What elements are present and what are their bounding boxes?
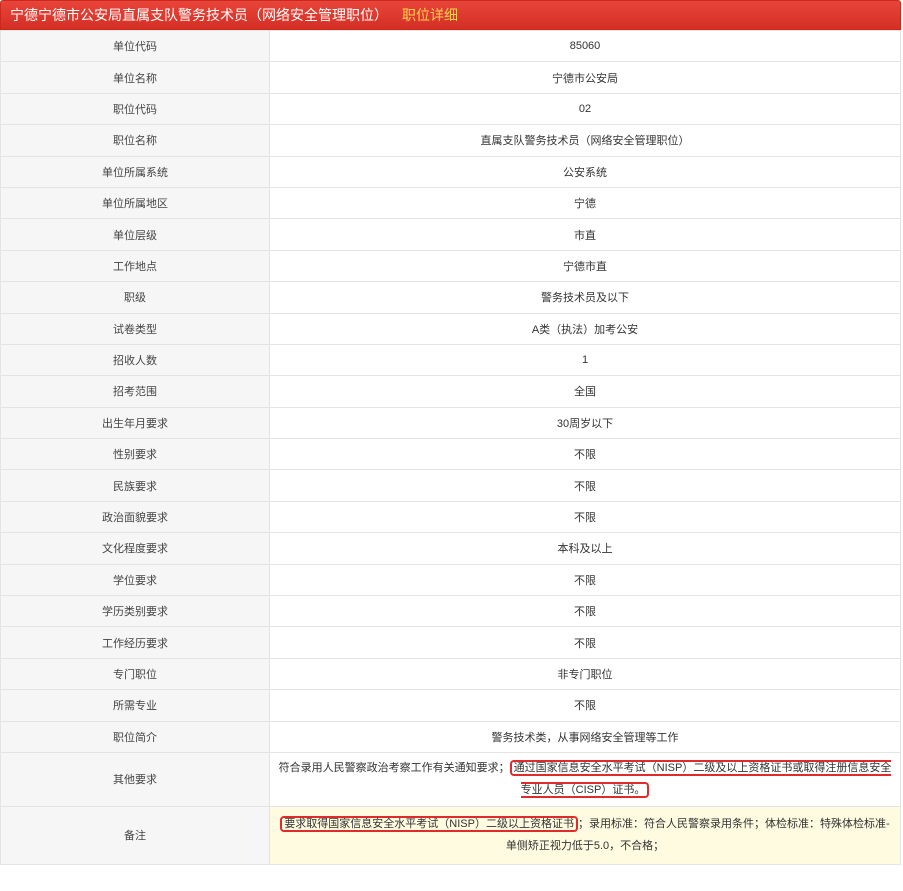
job-title: 宁德宁德市公安局直属支队警务技术员（网络安全管理职位） — [10, 7, 388, 23]
row-value: 宁德 — [269, 186, 901, 220]
table-row: 职位名称 直属支队警务技术员（网络安全管理职位） — [0, 124, 901, 157]
row-value: 警务技术类，从事网络安全管理等工作 — [269, 720, 901, 753]
table-row: 单位名称 宁德市公安局 — [0, 61, 901, 94]
row-value: 85060 — [269, 29, 901, 63]
row-label: 备注 — [0, 805, 270, 865]
row-value: 警务技术员及以下 — [269, 281, 901, 314]
job-detail-table: 单位代码 85060 单位名称 宁德市公安局 职位代码 02 职位名称 直属支队警务技术员（网… — [0, 29, 901, 865]
row-label: 单位所属系统 — [0, 155, 270, 188]
table-row-notes: 备注 要求取得国家信息安全水平考试（NISP）二级以上资格证书 ；录用标准：符合人… — [0, 805, 901, 865]
row-label: 学位要求 — [0, 563, 270, 597]
table-row: 民族要求 不限 — [0, 469, 901, 502]
row-value: 本科及以上 — [269, 532, 901, 565]
row-value: 30周岁以下 — [269, 406, 901, 440]
row-label: 政治面貌要求 — [0, 500, 270, 534]
row-label: 职位代码 — [0, 92, 270, 126]
row-label: 工作经历要求 — [0, 626, 270, 659]
row-label: 文化程度要求 — [0, 532, 270, 565]
table-row: 文化程度要求 本科及以上 — [0, 532, 901, 565]
row-label: 招收人数 — [0, 343, 270, 377]
table-row: 单位所属地区 宁德 — [0, 186, 901, 220]
table-row: 工作地点 宁德市直 — [0, 249, 901, 283]
row-value: 直属支队警务技术员（网络安全管理职位） — [269, 124, 901, 157]
table-row: 职位简介 警务技术类，从事网络安全管理等工作 — [0, 720, 901, 753]
row-label: 工作地点 — [0, 249, 270, 283]
row-value: 市直 — [269, 218, 901, 251]
row-value: 不限 — [269, 689, 901, 722]
row-label: 职级 — [0, 281, 270, 314]
table-row: 单位层级 市直 — [0, 218, 901, 251]
table-row: 政治面貌要求 不限 — [0, 500, 901, 534]
table-row: 工作经历要求 不限 — [0, 626, 901, 659]
row-value: 不限 — [269, 595, 901, 628]
row-value: 非专门职位 — [269, 657, 901, 691]
highlight-box-nisp: 要求取得国家信息安全水平考试（NISP）二级以上资格证书 — [280, 816, 578, 833]
notes-value: 要求取得国家信息安全水平考试（NISP）二级以上资格证书 ；录用标准：符合人民警察… — [269, 805, 901, 865]
table-row: 招收人数 1 — [0, 343, 901, 377]
table-row: 所需专业 不限 — [0, 689, 901, 722]
table-row: 学位要求 不限 — [0, 563, 901, 597]
row-label: 性别要求 — [0, 438, 270, 471]
row-value: 1 — [269, 343, 901, 377]
row-label: 单位所属地区 — [0, 186, 270, 220]
row-label: 学历类别要求 — [0, 595, 270, 628]
row-label: 其他要求 — [0, 751, 270, 807]
table-row: 学历类别要求 不限 — [0, 595, 901, 628]
job-detail-tag: 职位详细 — [402, 7, 458, 23]
row-label: 单位代码 — [0, 29, 270, 63]
table-row: 单位所属系统 公安系统 — [0, 155, 901, 188]
row-label: 单位名称 — [0, 61, 270, 94]
row-value: 不限 — [269, 500, 901, 534]
table-row: 职位代码 02 — [0, 92, 901, 126]
row-label: 单位层级 — [0, 218, 270, 251]
table-row: 试卷类型 A类（执法）加考公安 — [0, 312, 901, 345]
other-requirements-value: 符合录用人民警察政治考察工作有关通知要求； 通过国家信息安全水平考试（NISP）二… — [269, 751, 901, 807]
row-label: 民族要求 — [0, 469, 270, 502]
row-label: 所需专业 — [0, 689, 270, 722]
row-value: 全国 — [269, 375, 901, 408]
row-value: 宁德市直 — [269, 249, 901, 283]
table-row: 性别要求 不限 — [0, 438, 901, 471]
table-row: 招考范围 全国 — [0, 375, 901, 408]
row-label: 职位名称 — [0, 124, 270, 157]
row-label: 专门职位 — [0, 657, 270, 691]
row-value: 02 — [269, 92, 901, 126]
row-label: 招考范围 — [0, 375, 270, 408]
row-value: 不限 — [269, 438, 901, 471]
page-header: 宁德宁德市公安局直属支队警务技术员（网络安全管理职位） 职位详细 — [0, 0, 901, 30]
row-label: 出生年月要求 — [0, 406, 270, 440]
highlight-box-certificate: 通过国家信息安全水平考试（NISP）二级及以上资格证书或取得注册信息安全专业人员… — [509, 760, 892, 799]
table-row-other-requirements: 其他要求 符合录用人民警察政治考察工作有关通知要求； 通过国家信息安全水平考试（N… — [0, 751, 901, 807]
row-value: 公安系统 — [269, 155, 901, 188]
other-requirements-text: 符合录用人民警察政治考察工作有关通知要求； — [278, 762, 510, 775]
table-row: 职级 警务技术员及以下 — [0, 281, 901, 314]
row-value: 不限 — [269, 469, 901, 502]
row-value: 不限 — [269, 626, 901, 659]
row-value: 不限 — [269, 563, 901, 597]
table-row: 单位代码 85060 — [0, 29, 901, 63]
row-value: A类（执法）加考公安 — [269, 312, 901, 345]
table-row: 专门职位 非专门职位 — [0, 657, 901, 691]
row-label: 试卷类型 — [0, 312, 270, 345]
row-label: 职位简介 — [0, 720, 270, 753]
table-row: 出生年月要求 30周岁以下 — [0, 406, 901, 440]
row-value: 宁德市公安局 — [269, 61, 901, 94]
